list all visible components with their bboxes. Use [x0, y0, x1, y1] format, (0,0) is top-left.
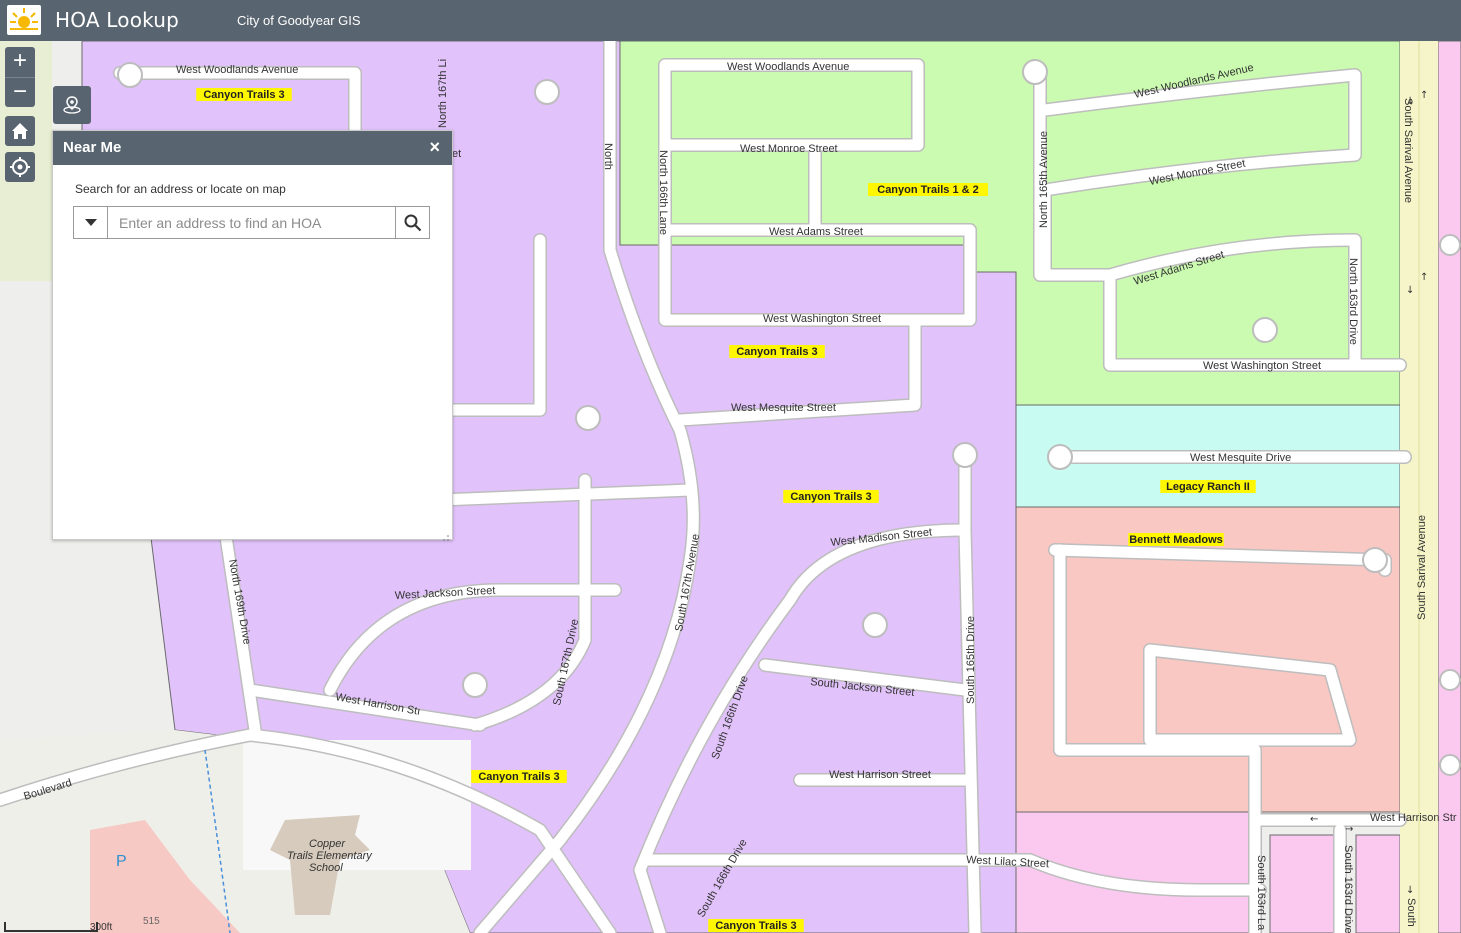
street-label: West Mesquite Street [731, 402, 836, 414]
app-title: HOA Lookup [55, 8, 180, 32]
street-label: South Sarival Avenue [1402, 98, 1414, 203]
panel-header: Near Me × [53, 131, 452, 165]
parking-icon: P [116, 853, 127, 870]
street-label: North 167th Li [437, 59, 449, 128]
school-label: Copper [309, 838, 346, 850]
street-label: West Woodlands Avenue [727, 61, 849, 73]
street-label: North 166th Lane [657, 150, 669, 235]
close-button[interactable]: × [429, 137, 440, 158]
svg-text:↓: ↓ [1406, 96, 1414, 107]
street-label: North 165th Avenue [1038, 131, 1050, 228]
search-button[interactable] [395, 207, 429, 238]
scale-bar-label: 300ft [90, 922, 113, 933]
hoa-label: Canyon Trails 3 [790, 491, 871, 503]
address-search [73, 206, 430, 239]
address-search-input[interactable] [108, 207, 396, 238]
app-header: HOA Lookup City of Goodyear GIS [0, 0, 1461, 41]
school-label: Trails Elementary [287, 850, 373, 862]
zoom-out-button[interactable]: − [5, 77, 35, 108]
hoa-label: Bennett Meadows [1129, 534, 1223, 546]
street-label: West Washington Street [763, 313, 881, 325]
street-label: et [452, 148, 461, 160]
svg-text:←: ← [1310, 814, 1318, 825]
svg-text:↑: ↑ [1420, 272, 1428, 283]
street-label: North 163rd Drive [1347, 258, 1359, 345]
hoa-label: Canyon Trails 3 [203, 89, 284, 101]
building-number: 515 [143, 916, 160, 927]
zoom-in-button[interactable]: + [5, 47, 35, 77]
scale-bar [4, 922, 98, 932]
street-label: West Adams Street [769, 226, 863, 238]
hoa-label: Canyon Trails 3 [715, 920, 796, 932]
street-label: North [602, 143, 614, 170]
hoa-label: Canyon Trails 3 [736, 346, 817, 358]
street-label: South [1405, 898, 1417, 927]
hoa-label: Legacy Ranch II [1166, 481, 1250, 493]
svg-text:↑: ↑ [1420, 90, 1428, 101]
home-button[interactable] [5, 116, 35, 146]
street-label: South 163rd Drive [1342, 845, 1354, 933]
svg-text:→: → [1345, 824, 1353, 835]
street-label: West Harrison Street [829, 769, 931, 781]
near-me-button[interactable] [53, 86, 91, 124]
city-logo-icon [7, 5, 41, 35]
locate-button[interactable] [5, 152, 35, 182]
school-label: School [309, 862, 343, 874]
search-source-dropdown[interactable] [74, 207, 108, 238]
street-label: West Harrison Str [1370, 812, 1457, 824]
search-icon [404, 214, 421, 231]
hoa-label: Canyon Trails 1 & 2 [877, 184, 978, 196]
near-me-icon [63, 96, 81, 114]
app-subtitle: City of Goodyear GIS [237, 13, 361, 28]
hoa-label: Canyon Trails 3 [478, 771, 559, 783]
zoom-control: + − [5, 47, 35, 107]
chevron-down-icon [84, 218, 97, 226]
home-icon [12, 123, 28, 139]
resize-handle-icon[interactable] [442, 529, 450, 541]
street-label: West Mesquite Drive [1190, 452, 1291, 464]
street-label: South Sarival Avenue [1416, 515, 1428, 620]
street-label: West Washington Street [1203, 360, 1321, 372]
svg-text:↓: ↓ [1406, 885, 1414, 896]
near-me-panel: Near Me × Search for an address or locat… [52, 130, 453, 541]
panel-title: Near Me [63, 139, 122, 156]
locate-icon [10, 157, 30, 177]
street-label: West Woodlands Avenue [176, 64, 298, 76]
street-label: South 163rd La [1255, 855, 1267, 931]
svg-text:↓: ↓ [1406, 285, 1414, 296]
street-label: South 165th Drive [965, 616, 977, 704]
street-label: West Monroe Street [740, 143, 838, 155]
search-hint: Search for an address or locate on map [75, 182, 286, 196]
